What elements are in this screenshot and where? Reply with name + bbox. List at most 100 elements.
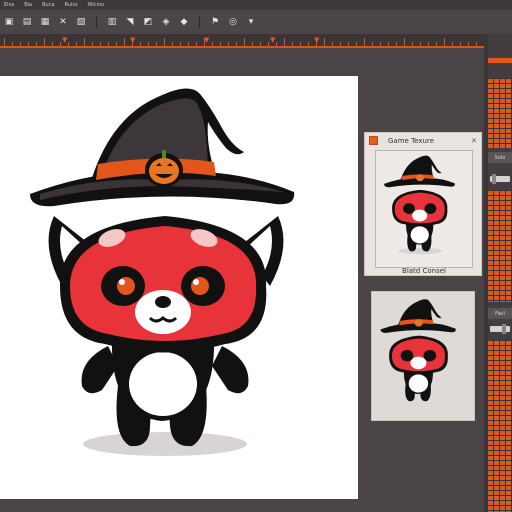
secondary-preview-panel[interactable] xyxy=(371,291,475,421)
dock-slider-2[interactable] xyxy=(490,324,510,334)
diamond2-icon[interactable]: ◆ xyxy=(177,16,191,28)
ruler-tick xyxy=(268,42,269,46)
editor-window: Eisa Bia Buca Ruiss Wicioo ▣ ▤ ▦ ✕ ▧ ▥ ◥ ◩ ◈ ◆ ⚑ ◎ ▾… xyxy=(0,0,512,512)
ruler-tick xyxy=(236,42,237,46)
ruler-tick xyxy=(364,38,365,46)
field-button[interactable]: Fieil xyxy=(488,308,512,319)
menu-item-3[interactable]: Buca xyxy=(42,2,54,8)
ruler-tick xyxy=(260,42,261,46)
secondary-artwork xyxy=(380,299,456,402)
target-icon[interactable]: ◎ xyxy=(226,16,240,28)
diamond-icon[interactable]: ◈ xyxy=(159,16,173,28)
ruler-tick xyxy=(52,42,53,46)
top-ruler: ▼ ▼ ▼ ▼ ▼ xyxy=(0,34,484,48)
ruler-tick xyxy=(188,42,189,46)
ruler-tick xyxy=(92,42,93,46)
toolbar-separator xyxy=(96,16,97,28)
ruler-tick xyxy=(300,42,301,46)
ruler-tick xyxy=(372,42,373,46)
ruler-tick xyxy=(228,42,229,46)
ruler-tick xyxy=(60,42,61,46)
ruler-tick xyxy=(108,42,109,46)
solo-label: Solo xyxy=(494,154,506,161)
color-swatch-grid-mid[interactable] xyxy=(488,190,512,302)
dock-slider-1[interactable] xyxy=(490,174,510,184)
ruler-tick xyxy=(252,42,253,46)
ruler-tick xyxy=(388,42,389,46)
ruler-marker[interactable]: ▼ xyxy=(314,36,319,44)
ruler-tick xyxy=(380,42,381,46)
ruler-marker[interactable]: ▼ xyxy=(62,36,67,44)
ruler-tick xyxy=(84,38,85,46)
ruler-tick xyxy=(292,42,293,46)
image-icon[interactable]: ◩ xyxy=(141,16,155,28)
color-swatch-grid-bottom[interactable] xyxy=(488,340,512,512)
ruler-tick xyxy=(308,42,309,46)
field-label: Fieil xyxy=(495,310,505,317)
ruler-tick xyxy=(404,38,405,46)
ruler-tick xyxy=(276,42,277,46)
solo-button[interactable]: Solo xyxy=(488,152,512,163)
ruler-tick xyxy=(124,38,125,46)
ruler-tick xyxy=(348,42,349,46)
ruler-tick xyxy=(220,42,221,46)
ruler-tick xyxy=(436,42,437,46)
brush-icon[interactable]: ⚑ xyxy=(208,16,222,28)
panel-titlebar: Game Texure ✕ xyxy=(365,133,483,148)
ruler-tick xyxy=(28,42,29,46)
box-icon[interactable]: ▤ xyxy=(20,16,34,28)
grid-icon[interactable]: ▦ xyxy=(38,16,52,28)
color-swatch-grid-top[interactable] xyxy=(488,78,512,148)
ruler-tick xyxy=(140,42,141,46)
toolbar: ▣ ▤ ▦ ✕ ▧ ▥ ◥ ◩ ◈ ◆ ⚑ ◎ ▾ xyxy=(0,10,512,34)
ruler-tick xyxy=(36,42,37,46)
ruler-marker[interactable]: ▼ xyxy=(204,36,209,44)
panel-color-icon xyxy=(369,136,378,145)
ruler-tick xyxy=(196,42,197,46)
ruler-tick xyxy=(444,38,445,46)
close-icon[interactable]: ✕ xyxy=(471,137,477,145)
ruler-tick xyxy=(20,42,21,46)
ruler-marker[interactable]: ▼ xyxy=(270,36,275,44)
ruler-tick xyxy=(148,42,149,46)
pointer-icon[interactable]: ◥ xyxy=(123,16,137,28)
down-icon[interactable]: ▾ xyxy=(244,16,258,28)
ruler-tick xyxy=(44,38,45,46)
canvas[interactable] xyxy=(0,76,358,499)
menu-bar: Eisa Bia Buca Ruiss Wicioo xyxy=(0,0,512,10)
ruler-tick xyxy=(284,38,285,46)
ruler-tick xyxy=(428,42,429,46)
panel-title: Game Texure xyxy=(388,136,434,145)
layer-icon[interactable]: ▥ xyxy=(105,16,119,28)
ruler-tick xyxy=(4,38,5,46)
preview-panel: Game Texure ✕ Blatd Consel xyxy=(364,132,482,276)
thumbnail-artwork xyxy=(384,155,455,255)
ruler-tick xyxy=(324,38,325,46)
ruler-tick xyxy=(460,42,461,46)
cross-icon[interactable]: ✕ xyxy=(56,16,70,28)
character-artwork xyxy=(30,88,295,456)
preview-thumbnail[interactable] xyxy=(375,150,473,268)
ruler-tick xyxy=(340,42,341,46)
ruler-tick xyxy=(476,42,477,46)
panel-caption: Blatd Consel xyxy=(402,267,446,275)
view-icon[interactable]: ▧ xyxy=(74,16,88,28)
ruler-tick xyxy=(468,42,469,46)
ruler-tick xyxy=(356,42,357,46)
ruler-tick xyxy=(420,42,421,46)
ruler-tick xyxy=(412,42,413,46)
ruler-tick xyxy=(396,42,397,46)
toolbar-separator xyxy=(199,16,200,28)
square-icon[interactable]: ▣ xyxy=(2,16,16,28)
menu-item-4[interactable]: Ruiss xyxy=(65,2,78,8)
dock-accent-strip xyxy=(488,58,512,63)
ruler-tick xyxy=(212,42,213,46)
ruler-marker[interactable]: ▼ xyxy=(130,36,135,44)
menu-item-5[interactable]: Wicioo xyxy=(88,2,104,8)
menu-item-2[interactable]: Bia xyxy=(24,2,32,8)
ruler-tick xyxy=(452,42,453,46)
ruler-tick xyxy=(116,42,117,46)
menu-item-1[interactable]: Eisa xyxy=(4,2,14,8)
ruler-tick xyxy=(244,38,245,46)
ruler-tick xyxy=(76,42,77,46)
